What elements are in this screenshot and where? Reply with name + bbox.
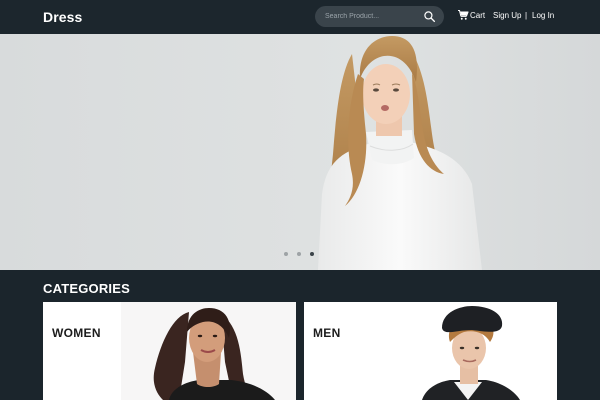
carousel-dot-3[interactable] xyxy=(310,252,314,256)
cart-link[interactable]: Cart xyxy=(457,9,485,21)
cart-label: Cart xyxy=(470,10,486,20)
category-card-women[interactable]: WOMEN xyxy=(43,302,296,400)
category-label-men: MEN xyxy=(313,326,341,340)
category-card-men[interactable]: MEN xyxy=(304,302,557,400)
carousel-dot-1[interactable] xyxy=(284,252,288,256)
top-navbar: Dress Cart Sign Up | Log In xyxy=(0,0,600,34)
search-input[interactable] xyxy=(325,6,425,27)
brand-logo[interactable]: Dress xyxy=(43,9,82,25)
nav-separator: | xyxy=(525,11,528,20)
men-model-image xyxy=(304,302,557,400)
search-bar xyxy=(315,6,444,27)
category-label-women: WOMEN xyxy=(52,326,101,340)
signup-link[interactable]: Sign Up xyxy=(493,11,521,20)
carousel-dot-2[interactable] xyxy=(297,252,301,256)
hero-carousel[interactable] xyxy=(0,34,600,270)
hero-model-image xyxy=(0,34,600,270)
carousel-indicators xyxy=(284,252,314,256)
search-icon[interactable] xyxy=(423,10,436,23)
login-link[interactable]: Log In xyxy=(532,11,554,20)
cart-icon xyxy=(458,9,469,20)
women-model-image xyxy=(43,302,296,400)
categories-heading: CATEGORIES xyxy=(43,281,130,296)
